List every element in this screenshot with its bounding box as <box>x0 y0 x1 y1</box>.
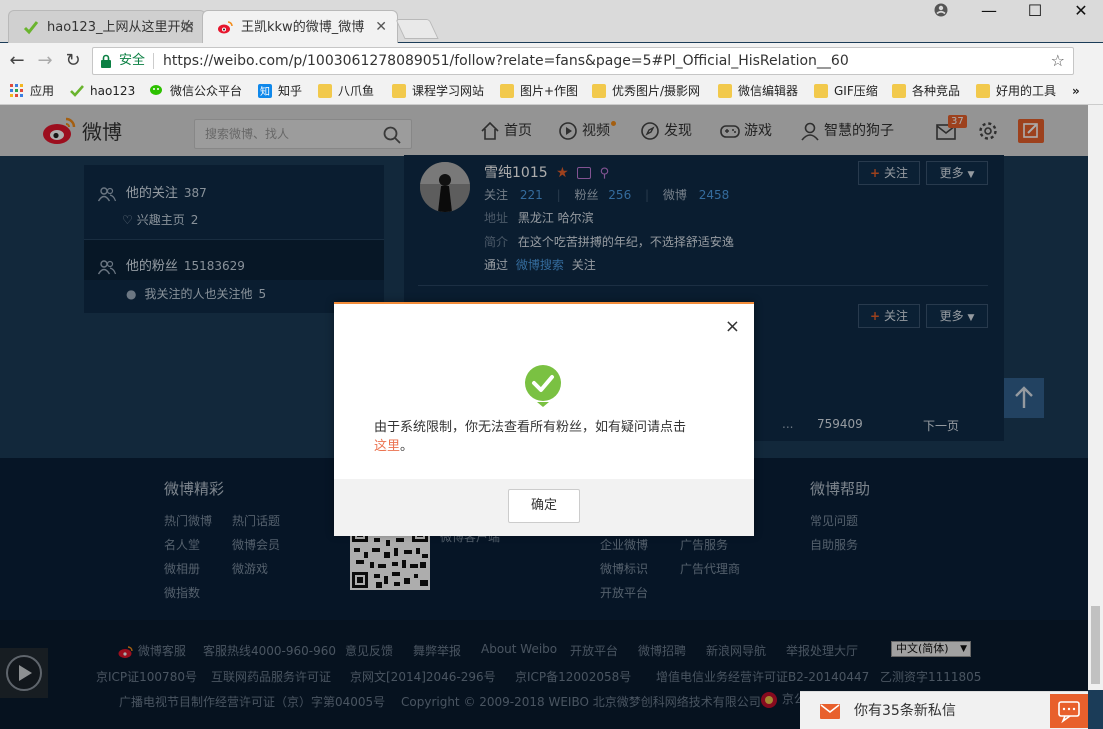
private-message-text: 你有35条新私信 <box>854 703 956 719</box>
secure-label: 安全 <box>119 53 146 68</box>
reload-icon[interactable]: ↻ <box>61 49 85 73</box>
bookmark-folder[interactable]: 课程学习网站 <box>390 79 484 103</box>
maximize-icon[interactable]: ☐ <box>1012 0 1058 24</box>
omnibox-separator <box>153 53 154 69</box>
bookmark-folder[interactable]: 微信编辑器 <box>716 79 798 103</box>
bookmark-folder[interactable]: 图片+作图 <box>498 79 578 103</box>
browser-tab-strip: hao123_上网从这里开始 ✕ 王凯kkw的微博_微博 ✕ — ☐ ✕ <box>0 0 1103 43</box>
bookmarks-bar: 应用 hao123 微信公众平台 知 知乎 八爪鱼 课程学习网站 图片+作图 优… <box>0 79 1103 105</box>
folder-icon <box>500 84 514 98</box>
apps-grid-icon <box>10 84 23 97</box>
hao123-icon <box>70 85 84 97</box>
tab-close-icon[interactable]: ✕ <box>183 11 195 43</box>
folder-icon <box>892 84 906 98</box>
private-message-bar[interactable]: 你有35条新私信 <box>800 691 1088 729</box>
folder-icon <box>392 84 406 98</box>
window-close-icon[interactable]: ✕ <box>1058 0 1103 24</box>
bookmark-wechat[interactable]: 微信公众平台 <box>148 79 242 103</box>
folder-icon <box>814 84 828 98</box>
dialog-footer: 确定 <box>334 479 754 536</box>
bookmarks-overflow-icon[interactable]: » <box>1050 79 1080 103</box>
chat-button[interactable] <box>1050 694 1088 728</box>
tab-hao123[interactable]: hao123_上网从这里开始 ✕ <box>8 10 206 43</box>
lock-icon <box>101 54 111 68</box>
bookmark-star-icon[interactable]: ☆ <box>1051 48 1065 74</box>
dialog-help-link[interactable]: 这里 <box>374 439 400 454</box>
bookmark-folder[interactable]: 各种竞品 <box>890 79 960 103</box>
tab-title: hao123_上网从这里开始 <box>47 20 194 35</box>
mail-icon <box>820 704 840 719</box>
bookmark-folder[interactable]: 优秀图片/摄影网 <box>590 79 700 103</box>
forward-arrow-icon[interactable]: → <box>33 49 57 73</box>
url-text[interactable]: https://weibo.com/p/1003061278089051/fol… <box>163 48 849 74</box>
bookmark-folder[interactable]: 好用的工具 <box>974 79 1056 103</box>
dialog-close-icon[interactable]: × <box>725 316 740 337</box>
dialog-message: 由于系统限制，你无法查看所有粉丝，如有疑问请点击 这里。 <box>374 420 687 454</box>
folder-icon <box>718 84 732 98</box>
success-check-icon <box>525 365 561 407</box>
tab-close-icon[interactable]: ✕ <box>375 11 387 43</box>
bookmark-folder[interactable]: 八爪鱼 <box>316 79 374 103</box>
page-scrollbar[interactable] <box>1088 105 1103 690</box>
chat-icon <box>1058 701 1080 724</box>
confirm-button[interactable]: 确定 <box>508 489 580 523</box>
bookmark-hao123[interactable]: hao123 <box>68 79 135 103</box>
tab-title: 王凯kkw的微博_微博 <box>241 20 365 35</box>
tab-weibo[interactable]: 王凯kkw的微博_微博 ✕ <box>202 10 398 43</box>
svg-text:知: 知 <box>260 85 270 98</box>
wechat-icon <box>150 85 162 95</box>
zhihu-icon: 知 <box>258 84 272 98</box>
profile-icon[interactable] <box>918 0 964 24</box>
bookmark-zhihu[interactable]: 知 知乎 <box>256 79 302 103</box>
scrollbar-thumb[interactable] <box>1091 606 1100 684</box>
folder-icon <box>318 84 332 98</box>
folder-icon <box>976 84 990 98</box>
back-arrow-icon[interactable]: ← <box>5 49 29 73</box>
hao123-favicon-icon <box>23 21 39 35</box>
address-bar[interactable]: 安全 https://weibo.com/p/1003061278089051/… <box>92 47 1074 75</box>
minimize-icon[interactable]: — <box>966 0 1012 24</box>
new-tab-button[interactable] <box>395 19 439 39</box>
bookmark-apps[interactable]: 应用 <box>8 79 54 103</box>
browser-toolbar: ← → ↻ 安全 https://weibo.com/p/10030612780… <box>0 43 1103 112</box>
bookmark-folder[interactable]: GIF压缩 <box>812 79 878 103</box>
weibo-favicon-icon <box>218 21 233 34</box>
fans-limit-dialog: × 由于系统限制，你无法查看所有粉丝，如有疑问请点击 这里。 确定 <box>334 302 754 536</box>
folder-icon <box>592 84 606 98</box>
